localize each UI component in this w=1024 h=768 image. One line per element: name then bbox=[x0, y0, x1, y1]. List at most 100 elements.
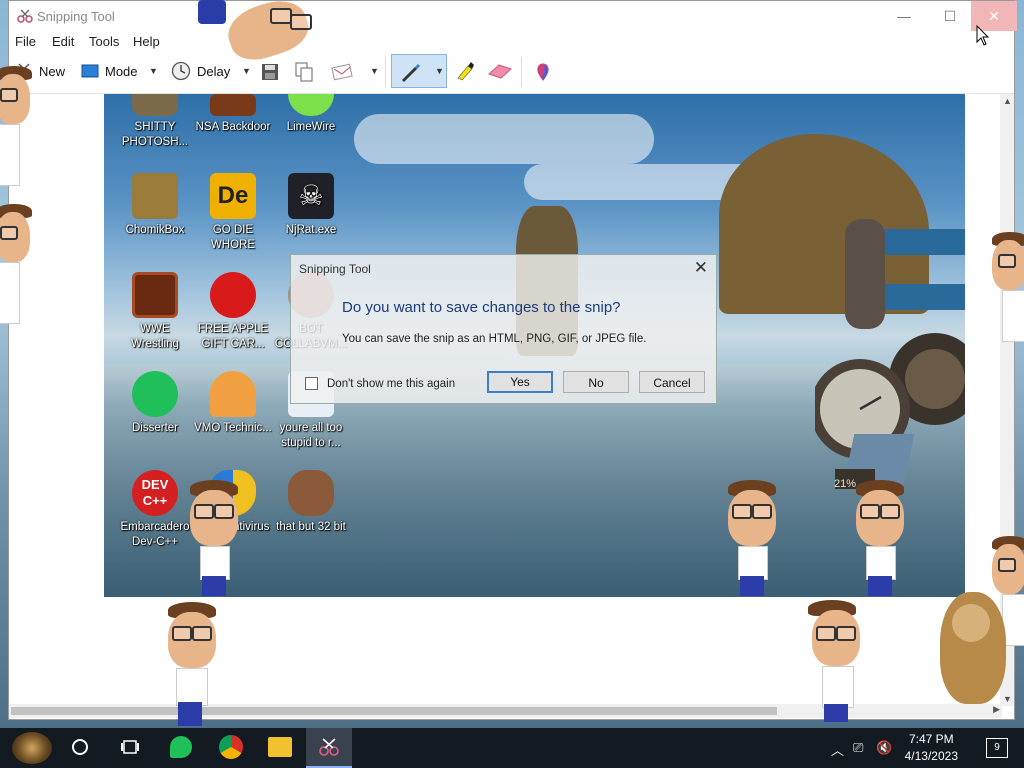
chomikbox-icon bbox=[132, 173, 178, 219]
toolbar: New Mode ▼ Delay ▼ ▼ ▼ bbox=[9, 51, 1014, 94]
wwe-icon bbox=[132, 272, 178, 318]
send-email-icon[interactable] bbox=[331, 63, 355, 81]
skull-icon: ☠ bbox=[288, 173, 334, 219]
send-dropdown-arrow-icon[interactable]: ▼ bbox=[370, 66, 379, 76]
cartoon-man-sticker bbox=[0, 204, 36, 324]
horizontal-scroll-thumb[interactable] bbox=[11, 707, 777, 715]
start-button-icon[interactable] bbox=[12, 732, 52, 764]
desktop-icon-label: Embarcadero Dev-C++ bbox=[120, 521, 190, 548]
desktop-icon-chomikbox[interactable]: ChomikBox bbox=[116, 173, 194, 238]
desktop-icon-label: LimeWire bbox=[286, 121, 336, 133]
clock[interactable]: 7:47 PM 4/13/2023 bbox=[905, 731, 958, 765]
gimp-icon bbox=[132, 94, 178, 116]
network-icon[interactable]: ⎚ bbox=[853, 740, 863, 756]
desktop-icon-label: NjRat.exe bbox=[285, 224, 337, 236]
menu-file[interactable]: File bbox=[15, 34, 36, 49]
window-title: Snipping Tool bbox=[37, 9, 115, 24]
show-hidden-icons-icon[interactable]: ︿ bbox=[831, 740, 844, 759]
dont-show-checkbox[interactable] bbox=[305, 377, 318, 390]
maximize-button[interactable]: ☐ bbox=[927, 1, 973, 31]
desktop-icon-wwe[interactable]: WWE Wrestling bbox=[116, 272, 194, 352]
desktop-icon-apple[interactable]: FREE APPLE GIFT CAR... bbox=[194, 272, 272, 352]
disserter-taskbar-icon[interactable] bbox=[170, 736, 192, 758]
search-icon[interactable] bbox=[72, 739, 88, 755]
devcpp-icon: DEV C++ bbox=[132, 470, 178, 516]
menu-edit[interactable]: Edit bbox=[52, 34, 74, 49]
desktop-icon-gimp[interactable]: SHITTY PHOTOSH... bbox=[116, 94, 194, 150]
desktop-icon-godie[interactable]: De GO DIE WHORE bbox=[194, 173, 272, 253]
minimize-button[interactable]: — bbox=[881, 1, 927, 31]
dialog-title: Snipping Tool bbox=[299, 262, 371, 276]
limewire-icon bbox=[288, 94, 334, 116]
notification-center-icon[interactable]: 9 bbox=[986, 738, 1008, 758]
dont-show-label[interactable]: Don't show me this again bbox=[327, 378, 455, 390]
volume-muted-icon[interactable]: 🔇 bbox=[876, 740, 892, 756]
clock-time: 7:47 PM bbox=[908, 732, 954, 746]
desktop-icon-nsa[interactable]: NSA Backdoor bbox=[194, 94, 272, 135]
save-changes-dialog: Snipping Tool ✕ Do you want to save chan… bbox=[290, 254, 717, 404]
highlighter-icon[interactable] bbox=[454, 60, 476, 82]
vmo-icon bbox=[210, 371, 256, 417]
taskbar: ︿ ⎚ 🔇 7:47 PM 4/13/2023 9 bbox=[0, 728, 1024, 768]
cartoon-man-sticker bbox=[186, 480, 242, 596]
desktop-icon-label: that but 32 bit bbox=[276, 521, 346, 533]
desktop-icon-njrat[interactable]: ☠ NjRat.exe bbox=[272, 173, 350, 238]
rectangle-mode-icon bbox=[81, 64, 99, 78]
snipping-tool-taskbar-button[interactable] bbox=[306, 728, 352, 768]
cartoon-man-sticker bbox=[804, 600, 868, 724]
cloud bbox=[354, 114, 654, 164]
eraser-icon[interactable] bbox=[487, 62, 513, 80]
pen-icon[interactable] bbox=[399, 61, 421, 83]
desktop-icon-label: SHITTY PHOTOSH... bbox=[121, 121, 189, 148]
mode-button[interactable]: Mode bbox=[81, 59, 138, 83]
de-icon: De bbox=[210, 173, 256, 219]
cartoon-man-sticker bbox=[852, 480, 908, 596]
cartoon-man-sticker bbox=[988, 232, 1024, 342]
desktop-icon-limewire[interactable]: LimeWire bbox=[272, 94, 350, 135]
desktop-icon-disserter[interactable]: Disserter bbox=[116, 371, 194, 436]
yes-button[interactable]: Yes bbox=[487, 371, 553, 393]
desktop-icon-label: youre all too stupid to r... bbox=[279, 422, 343, 449]
cancel-button[interactable]: Cancel bbox=[639, 371, 705, 393]
dialog-close-icon[interactable]: ✕ bbox=[694, 258, 708, 278]
disserter-icon bbox=[132, 371, 178, 417]
paint-3d-icon[interactable] bbox=[533, 61, 553, 83]
menu-bar: File Edit Tools Help bbox=[9, 31, 1014, 51]
desktop-icon-label: VMO Technic... bbox=[194, 422, 272, 434]
desktop-icon-label: Disserter bbox=[131, 422, 178, 434]
mode-label: Mode bbox=[105, 63, 138, 79]
copy-icon[interactable] bbox=[295, 62, 313, 82]
chrome-icon[interactable] bbox=[219, 735, 243, 759]
desktop-icon-portrait[interactable]: that but 32 bit bbox=[272, 470, 350, 535]
scroll-up-icon[interactable]: ▲ bbox=[1003, 96, 1012, 106]
mode-dropdown-arrow-icon[interactable]: ▼ bbox=[149, 66, 158, 76]
menu-help[interactable]: Help bbox=[133, 34, 160, 49]
cartoon-man-sticker bbox=[724, 480, 780, 596]
menu-tools[interactable]: Tools bbox=[89, 34, 119, 49]
mouse-cursor-icon bbox=[976, 25, 990, 46]
desktop-icon-devcpp[interactable]: DEV C++ Embarcadero Dev-C++ bbox=[116, 470, 194, 550]
file-explorer-icon[interactable] bbox=[268, 737, 292, 757]
clock-date: 4/13/2023 bbox=[904, 749, 958, 763]
cartoon-head-sticker bbox=[198, 0, 316, 68]
desktop-icon-label: ChomikBox bbox=[125, 224, 185, 236]
no-button[interactable]: No bbox=[563, 371, 629, 393]
pen-dropdown-arrow-icon[interactable]: ▼ bbox=[435, 66, 444, 76]
portrait-icon bbox=[288, 470, 334, 516]
toolbar-separator-2 bbox=[521, 57, 522, 87]
dialog-info: You can save the snip as an HTML, PNG, G… bbox=[342, 333, 647, 345]
save-icon[interactable] bbox=[261, 63, 279, 81]
cartoon-man-sticker bbox=[0, 66, 36, 186]
desktop-icon-label: FREE APPLE GIFT CAR... bbox=[197, 323, 269, 350]
scissors-taskbar-icon bbox=[319, 738, 339, 756]
steampunk-gauge-widget bbox=[815, 219, 965, 489]
desktop-icon-label: WWE Wrestling bbox=[131, 323, 179, 350]
delay-button[interactable]: Delay bbox=[171, 59, 230, 83]
delay-dropdown-arrow-icon[interactable]: ▼ bbox=[242, 66, 251, 76]
cartoon-man-sticker bbox=[164, 602, 220, 726]
desktop-icon-label: GO DIE WHORE bbox=[210, 224, 256, 251]
desktop-icon-vmo[interactable]: VMO Technic... bbox=[194, 371, 272, 436]
delay-label: Delay bbox=[197, 63, 231, 79]
title-bar[interactable]: Snipping Tool — ☐ ✕ bbox=[9, 1, 1017, 31]
task-view-icon[interactable] bbox=[120, 738, 140, 756]
